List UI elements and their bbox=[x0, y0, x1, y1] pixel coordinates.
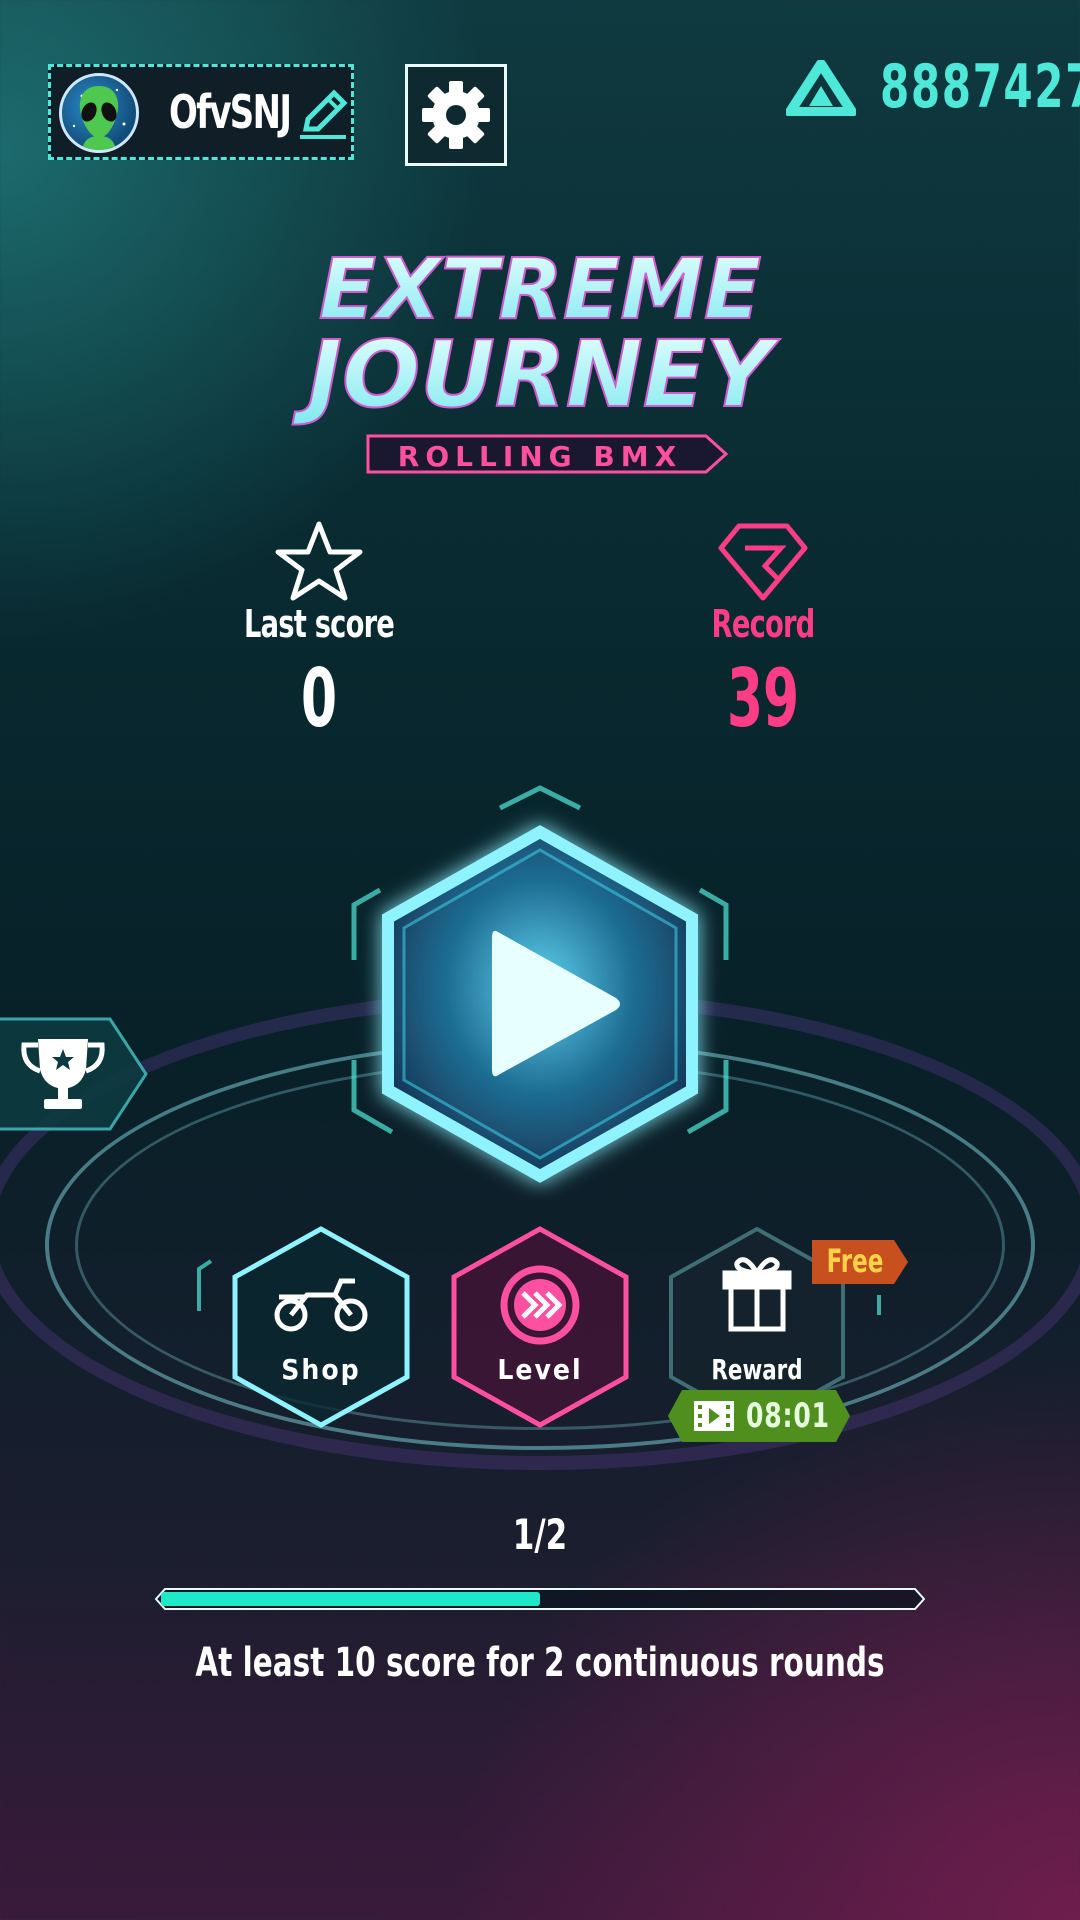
fast-forward-icon bbox=[500, 1265, 580, 1345]
play-button[interactable] bbox=[340, 780, 740, 1200]
player-name: OfvSNJ bbox=[169, 85, 292, 139]
game-logo: EXTREME JOURNEY ROLLING BMX bbox=[250, 230, 830, 490]
last-score-label: Last score bbox=[243, 602, 395, 646]
diamond-icon bbox=[718, 523, 808, 601]
leaderboard-button[interactable] bbox=[0, 1015, 150, 1133]
star-icon bbox=[275, 521, 363, 601]
record: Record 39 bbox=[633, 520, 893, 745]
shop-label: Shop bbox=[281, 1353, 361, 1386]
triangle-gem-icon bbox=[785, 59, 857, 117]
level-label: Level bbox=[497, 1353, 583, 1386]
shop-button[interactable]: Shop bbox=[195, 1225, 415, 1435]
logo-line2: JOURNEY bbox=[292, 321, 781, 428]
mission-progress-fill bbox=[161, 1592, 540, 1606]
pencil-icon[interactable] bbox=[296, 85, 354, 143]
video-icon bbox=[694, 1401, 734, 1431]
player-profile[interactable]: OfvSNJ bbox=[48, 64, 354, 160]
mission-progress-bar bbox=[155, 1588, 925, 1610]
logo-subtitle: ROLLING BMX bbox=[398, 440, 682, 473]
gear-icon bbox=[422, 81, 490, 149]
reward-label: Reward bbox=[711, 1353, 803, 1386]
currency-amount: 8887427 bbox=[880, 52, 1080, 122]
reward-timer-text: 08:01 bbox=[746, 1396, 830, 1436]
record-value: 39 bbox=[726, 652, 800, 745]
mission-progress-text: 1/2 bbox=[512, 1510, 568, 1559]
free-badge: Free bbox=[812, 1240, 908, 1284]
last-score: Last score 0 bbox=[189, 520, 449, 745]
last-score-value: 0 bbox=[300, 652, 338, 745]
mission-description: At least 10 score for 2 continuous round… bbox=[195, 1640, 885, 1686]
level-button[interactable]: Level bbox=[443, 1225, 637, 1435]
alien-avatar-icon bbox=[59, 73, 139, 153]
record-label: Record bbox=[711, 602, 816, 646]
free-badge-text: Free bbox=[826, 1242, 884, 1280]
reward-timer: 08:01 bbox=[668, 1390, 850, 1442]
settings-button[interactable] bbox=[405, 64, 507, 166]
